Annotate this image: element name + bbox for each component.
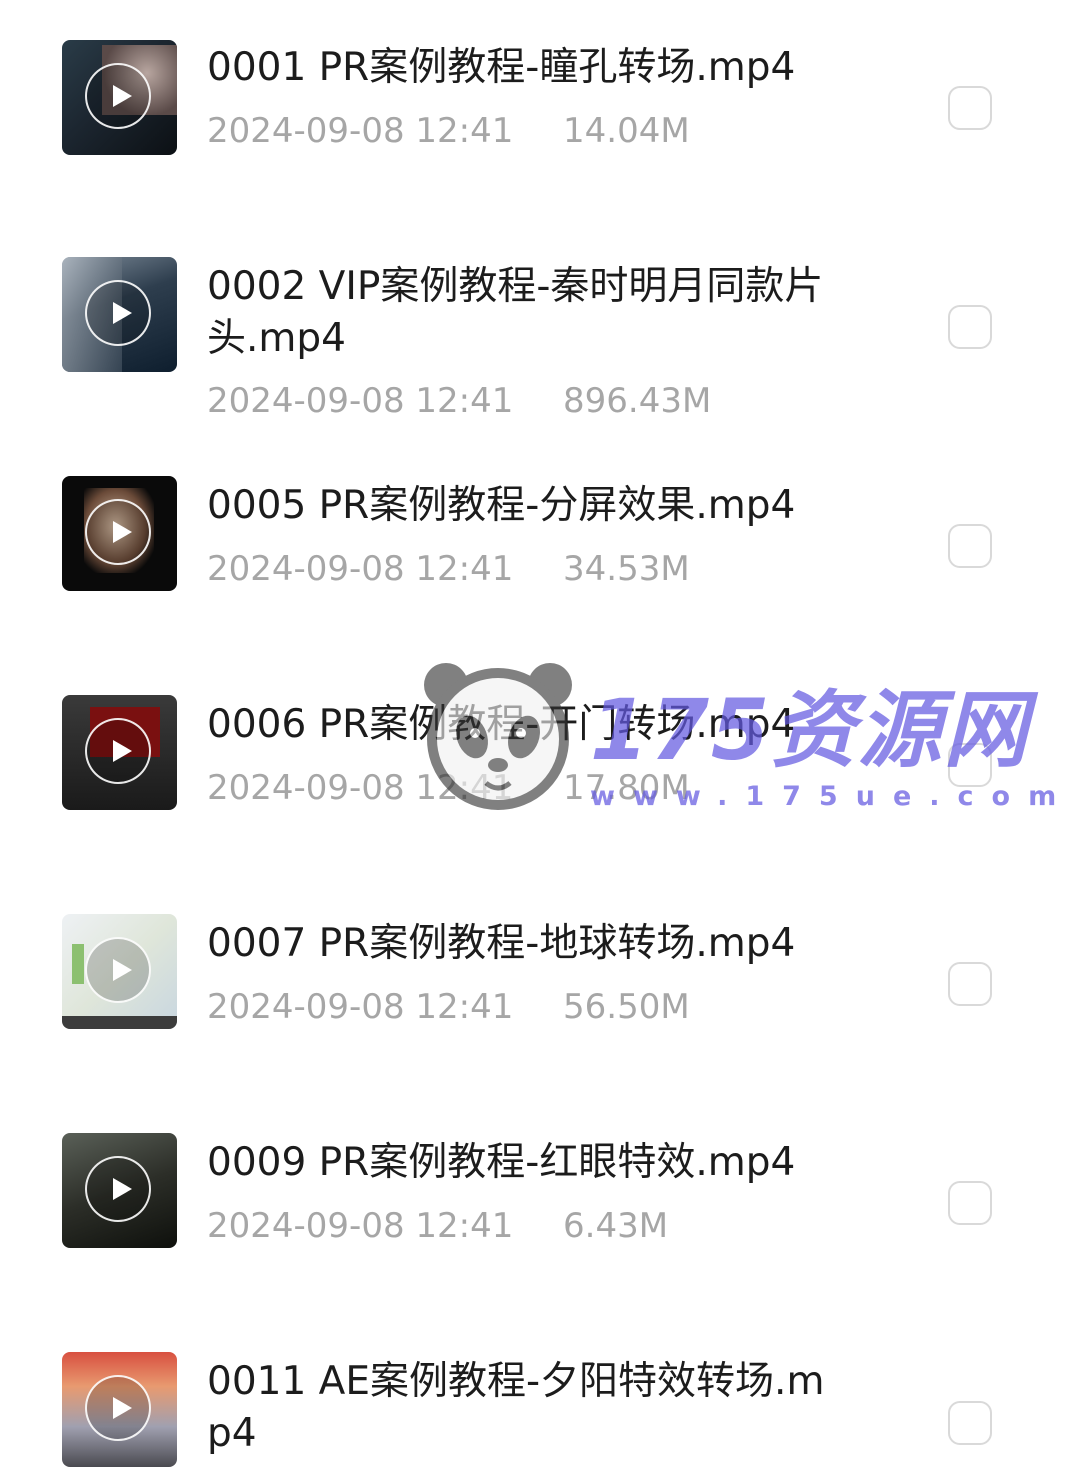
play-icon	[85, 718, 151, 784]
play-icon	[85, 1375, 151, 1441]
file-date: 2024-09-08 12:41	[207, 987, 514, 1027]
video-thumbnail[interactable]	[62, 40, 177, 155]
file-date: 2024-09-08 12:41	[207, 768, 514, 808]
file-meta: 2024-09-08 12:41 896.43M	[207, 381, 711, 421]
select-checkbox[interactable]	[948, 86, 992, 130]
file-size: 17.80M	[563, 768, 690, 808]
file-size: 34.53M	[563, 549, 690, 589]
video-thumbnail[interactable]	[62, 1133, 177, 1248]
play-icon	[85, 63, 151, 129]
select-checkbox[interactable]	[948, 743, 992, 787]
video-thumbnail[interactable]	[62, 914, 177, 1029]
list-item[interactable]: 0001 PR案例教程-瞳孔转场.mp4 2024-09-08 12:41 14…	[0, 0, 1080, 210]
play-icon	[85, 937, 151, 1003]
file-title: 0009 PR案例教程-红眼特效.mp4	[207, 1140, 796, 1185]
list-item[interactable]: 0011 AE案例教程-夕阳特效转场.mp4	[0, 1320, 1080, 1479]
file-meta: 2024-09-08 12:41 14.04M	[207, 111, 690, 151]
file-title: 0011 AE案例教程-夕阳特效转场.mp4	[207, 1359, 825, 1456]
file-title: 0005 PR案例教程-分屏效果.mp4	[207, 483, 796, 528]
file-meta: 2024-09-08 12:41 34.53M	[207, 549, 690, 589]
file-meta: 2024-09-08 12:41 17.80M	[207, 768, 690, 808]
list-item[interactable]: 0005 PR案例教程-分屏效果.mp4 2024-09-08 12:41 34…	[0, 440, 1080, 650]
play-icon	[85, 280, 151, 346]
select-checkbox[interactable]	[948, 1181, 992, 1225]
list-item[interactable]: 0009 PR案例教程-红眼特效.mp4 2024-09-08 12:41 6.…	[0, 1090, 1080, 1320]
list-item[interactable]: 0002 VIP案例教程-秦时明月同款片头.mp4 2024-09-08 12:…	[0, 210, 1080, 440]
list-item[interactable]: 0007 PR案例教程-地球转场.mp4 2024-09-08 12:41 56…	[0, 880, 1080, 1090]
select-checkbox[interactable]	[948, 305, 992, 349]
video-thumbnail[interactable]	[62, 257, 177, 372]
file-list: 0001 PR案例教程-瞳孔转场.mp4 2024-09-08 12:41 14…	[0, 0, 1080, 1479]
file-date: 2024-09-08 12:41	[207, 1206, 514, 1246]
play-icon	[85, 1156, 151, 1222]
file-size: 14.04M	[563, 111, 690, 151]
file-size: 6.43M	[563, 1206, 669, 1246]
file-title: 0007 PR案例教程-地球转场.mp4	[207, 921, 796, 966]
file-title: 0001 PR案例教程-瞳孔转场.mp4	[207, 45, 796, 90]
file-size: 896.43M	[563, 381, 712, 421]
video-thumbnail[interactable]	[62, 476, 177, 591]
file-size: 56.50M	[563, 987, 690, 1027]
file-date: 2024-09-08 12:41	[207, 381, 514, 421]
file-meta: 2024-09-08 12:41 56.50M	[207, 987, 690, 1027]
video-thumbnail[interactable]	[62, 1352, 177, 1467]
file-date: 2024-09-08 12:41	[207, 111, 514, 151]
video-thumbnail[interactable]	[62, 695, 177, 810]
file-title: 0006 PR案例教程-开门转场.mp4	[207, 702, 796, 747]
file-title: 0002 VIP案例教程-秦时明月同款片头.mp4	[207, 264, 824, 361]
select-checkbox[interactable]	[948, 524, 992, 568]
select-checkbox[interactable]	[948, 1401, 992, 1445]
file-meta: 2024-09-08 12:41 6.43M	[207, 1206, 668, 1246]
file-date: 2024-09-08 12:41	[207, 549, 514, 589]
select-checkbox[interactable]	[948, 962, 992, 1006]
play-icon	[85, 499, 151, 565]
list-item[interactable]: 0006 PR案例教程-开门转场.mp4 2024-09-08 12:41 17…	[0, 650, 1080, 880]
